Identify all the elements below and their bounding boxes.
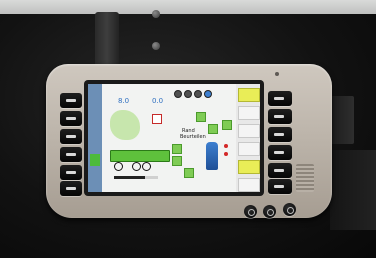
- tractor-icon: [206, 142, 218, 170]
- status-icon-3: [194, 90, 202, 98]
- right-softkey-6[interactable]: [268, 179, 292, 194]
- map-marker-box: [152, 114, 162, 124]
- left-softkey-5[interactable]: [60, 165, 82, 180]
- mount-bar: [95, 12, 119, 72]
- section-cell: [172, 144, 182, 154]
- section-progress-track: [114, 176, 158, 179]
- left-softkey-6[interactable]: [60, 181, 82, 196]
- screen-left-strip: [88, 84, 102, 192]
- section-cell: [172, 156, 182, 166]
- cable: [330, 150, 376, 230]
- section-cell: [208, 124, 218, 134]
- boom-wheel: [142, 162, 151, 171]
- bottom-button-right[interactable]: [283, 203, 296, 216]
- screen-softkey-3[interactable]: [238, 124, 260, 138]
- status-led: [275, 72, 279, 76]
- boom-wheel: [132, 162, 141, 171]
- warning-dot: [224, 144, 228, 148]
- boom-wheel: [114, 162, 123, 171]
- screen-softkey-1[interactable]: [238, 88, 260, 102]
- screen-softkey-2[interactable]: [238, 106, 260, 120]
- right-bracket: [330, 96, 354, 144]
- right-softkey-2[interactable]: [268, 109, 292, 124]
- right-softkey-3[interactable]: [268, 127, 292, 142]
- boom-sections-bar: [110, 150, 170, 162]
- screen-softkey-6[interactable]: [238, 178, 260, 192]
- bottom-button-middle[interactable]: [263, 205, 276, 218]
- vent-grille: [296, 164, 314, 192]
- screen-softkey-4[interactable]: [238, 142, 260, 156]
- right-softkey-4[interactable]: [268, 145, 292, 160]
- section-cell: [196, 112, 206, 122]
- status-icon-4: [204, 90, 212, 98]
- screen-left-green-tab[interactable]: [90, 154, 100, 166]
- map-region: [110, 110, 140, 140]
- left-softkey-4[interactable]: [60, 147, 82, 162]
- mount-bolt-upper: [152, 10, 160, 18]
- mount-bolt-lower: [152, 42, 160, 50]
- left-softkey-1[interactable]: [60, 93, 82, 108]
- section-cell: [184, 168, 194, 178]
- status-icon-2: [184, 90, 192, 98]
- left-softkey-2[interactable]: [60, 111, 82, 126]
- terminal-screen: 8.0 0.0 Rand Beurteilen: [88, 84, 260, 192]
- right-softkey-5[interactable]: [268, 163, 292, 178]
- status-icon-1: [174, 90, 182, 98]
- section-progress-fill: [114, 176, 145, 179]
- right-softkey-1[interactable]: [268, 91, 292, 106]
- top-band: [0, 0, 376, 14]
- speed-readout: 8.0: [118, 97, 130, 105]
- map-label-line2: Beurteilen: [180, 134, 206, 140]
- bottom-button-left[interactable]: [244, 205, 257, 218]
- left-softkey-3[interactable]: [60, 129, 82, 144]
- warning-dot: [224, 152, 228, 156]
- rate-readout: 0.0: [152, 97, 164, 105]
- screen-softkey-5[interactable]: [238, 160, 260, 174]
- section-cell: [222, 120, 232, 130]
